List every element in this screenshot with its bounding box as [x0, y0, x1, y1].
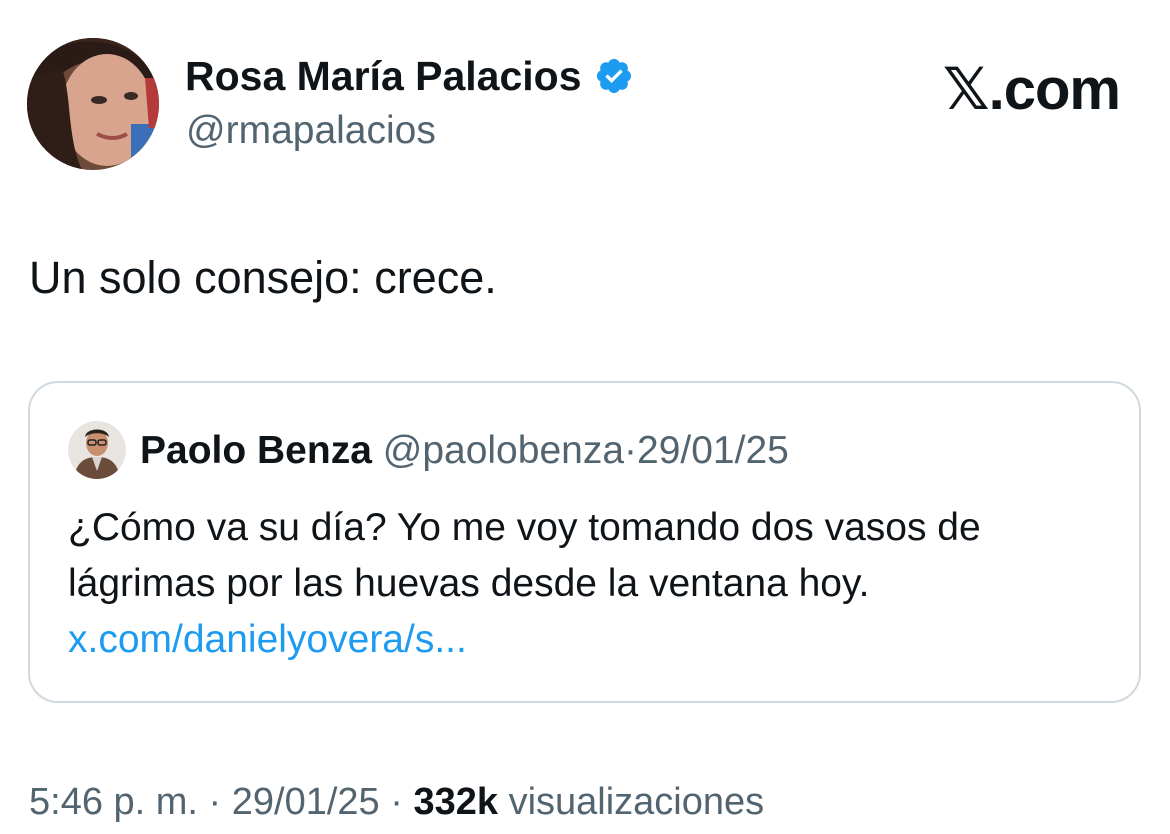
quote-author-avatar[interactable]: [68, 421, 126, 479]
views-label: visualizaciones: [508, 781, 765, 823]
quote-text-line: ¿Cómo va su día? Yo me voy tomando dos v…: [68, 506, 981, 549]
tweet-date[interactable]: 29/01/25: [232, 781, 380, 823]
author-handle[interactable]: @rmapalacios: [186, 108, 436, 154]
x-logo: 𝕏.com: [942, 57, 1121, 122]
quote-author-handle[interactable]: @paolobenza: [383, 429, 624, 472]
author-avatar[interactable]: [27, 38, 159, 170]
tweet-text: Un solo consejo: crece.: [29, 252, 497, 303]
meta-separator: ·: [208, 781, 222, 823]
verified-badge-icon: [594, 56, 634, 96]
quote-header: Paolo Benza @paolobenza·29/01/25: [140, 427, 789, 475]
quote-text-line: lágrimas por las huevas desde la ventana…: [68, 562, 870, 605]
quote-author-name[interactable]: Paolo Benza: [140, 429, 372, 472]
quoted-tweet-card[interactable]: Paolo Benza @paolobenza·29/01/25 ¿Cómo v…: [28, 381, 1141, 703]
tweet-time[interactable]: 5:46 p. m.: [29, 781, 198, 823]
meta-separator: ·: [390, 781, 403, 823]
views-count: 332k: [413, 781, 499, 823]
tweet-meta: 5:46 p. m. · 29/01/25 · 332k visualizaci…: [29, 778, 764, 826]
author-name-row[interactable]: Rosa María Palacios: [185, 52, 634, 100]
quote-link[interactable]: x.com/danielyovera/s...: [68, 612, 467, 668]
quote-separator: ·: [624, 429, 638, 472]
quote-date[interactable]: 29/01/25: [637, 429, 789, 472]
quote-text: ¿Cómo va su día? Yo me voy tomando dos v…: [68, 500, 981, 668]
author-name[interactable]: Rosa María Palacios: [185, 52, 582, 100]
